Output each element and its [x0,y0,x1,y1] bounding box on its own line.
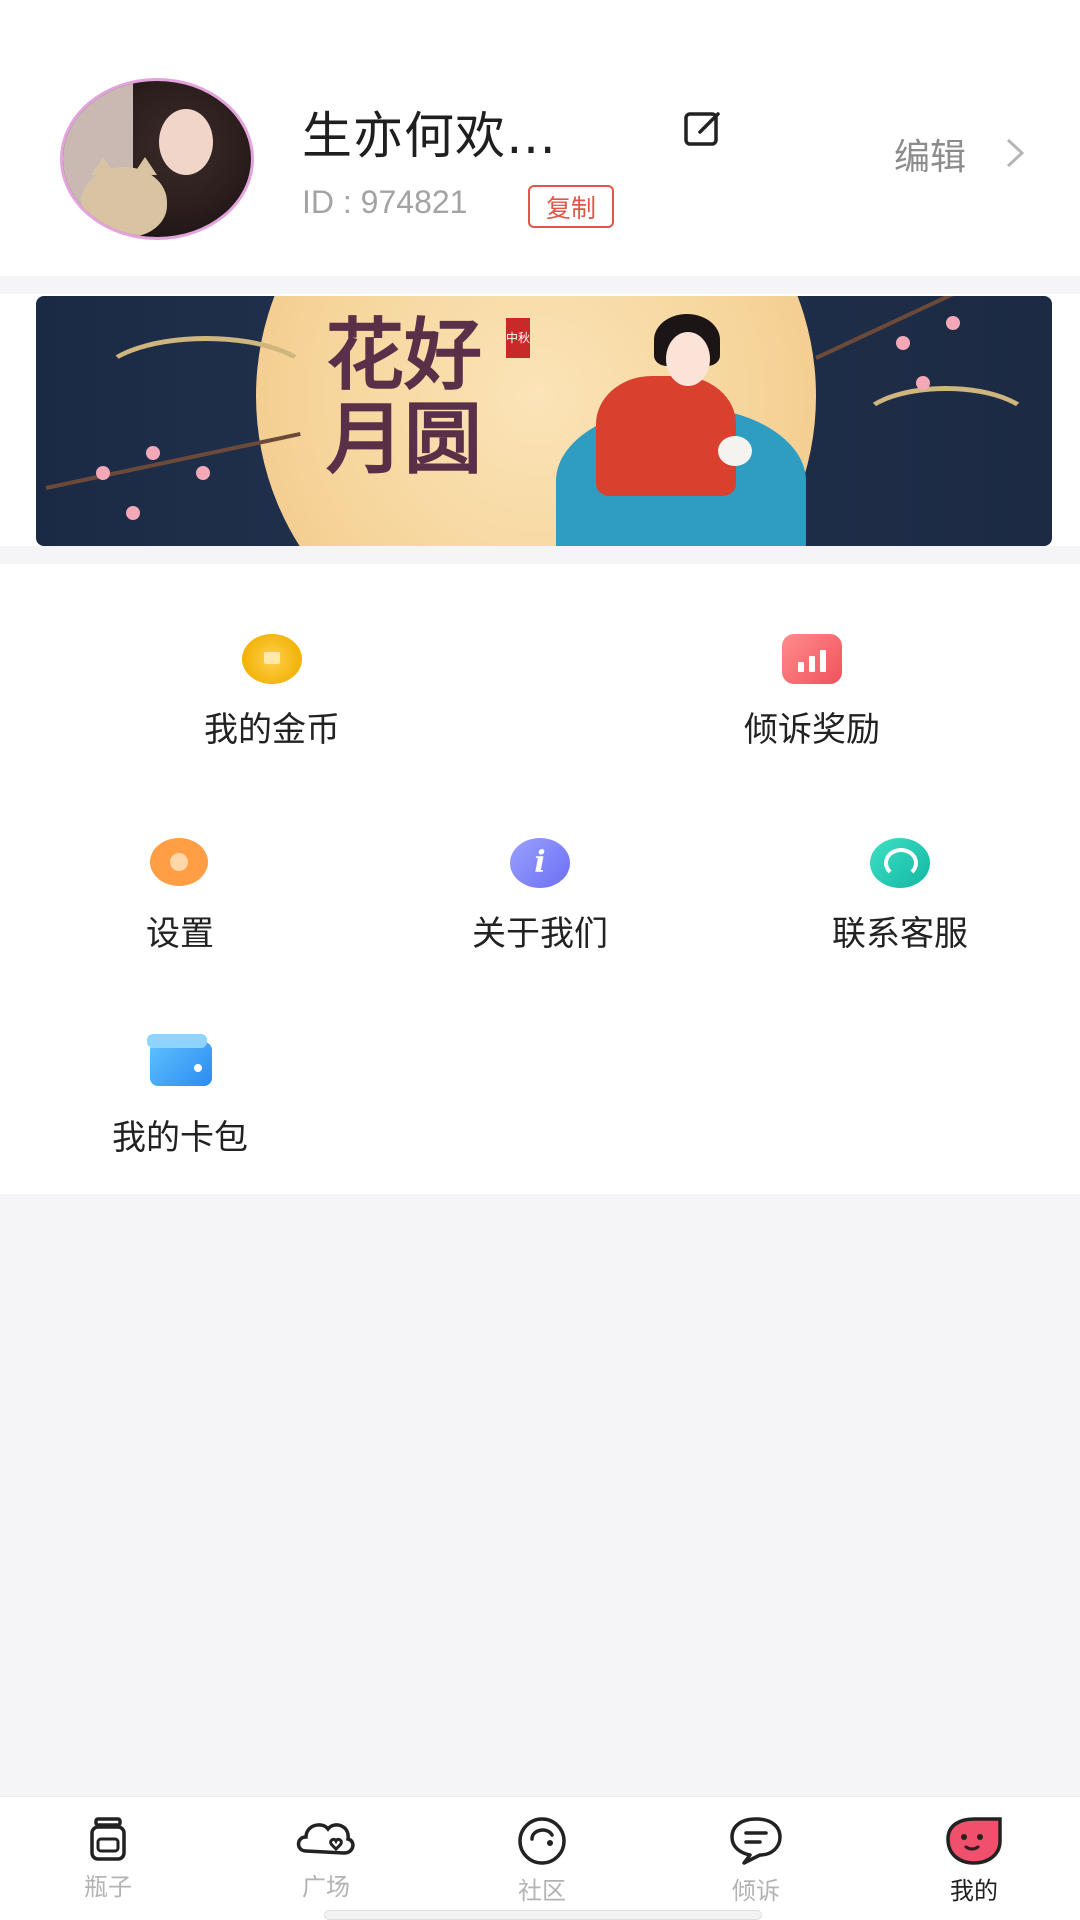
banner-title: 花好 月圆 [326,314,482,482]
menu-item-settings[interactable]: 设置 [30,838,330,955]
edit-profile-link[interactable]: 编辑 [894,128,966,180]
menu-item-label: 我的金币 [204,710,340,750]
blossom [946,316,960,330]
menu-item-label: 我的卡包 [112,1118,248,1158]
nickname: 生亦何欢… [302,107,557,165]
banner-title-line2: 月圆 [326,394,483,485]
tab-label: 广场 [302,1873,350,1901]
tab-label: 社区 [518,1877,566,1905]
menu-item-label: 关于我们 [472,914,608,954]
rabbit-illustration [718,436,752,466]
tab-community[interactable]: 社区 [472,1815,612,1906]
home-indicator[interactable] [324,1910,762,1920]
blossom [96,466,110,480]
avatar[interactable] [60,78,254,240]
lady-robe [596,376,736,496]
lady-face [666,332,710,386]
blossom [126,506,140,520]
gear-icon [150,838,208,886]
info-icon: i [510,838,570,888]
mine-face-icon [946,1817,1002,1865]
cloud-decoration [96,336,316,426]
chevron-right-icon[interactable] [1000,136,1030,170]
profile-header: 生亦何欢… ID : 974821 复制 编辑 [0,0,1080,276]
bottle-icon [90,1817,126,1861]
blossom [916,376,930,390]
tab-label: 我的 [950,1877,998,1905]
banner-title-line1: 花好 [326,310,483,401]
bottom-tab-bar: 瓶子 广场 社区 倾诉 我的 [0,1796,1080,1920]
cloud-heart-icon [296,1823,355,1855]
user-id: ID : 974821 [302,184,468,220]
chat-bubble-icon [730,1817,782,1865]
menu-item-rewards[interactable]: 倾诉奖励 [662,634,962,751]
community-icon [518,1817,566,1865]
edit-nickname-icon[interactable] [682,108,726,148]
headset-icon [870,838,930,888]
menu-item-about[interactable]: i 关于我们 [390,838,690,955]
menu-item-label: 联系客服 [832,914,968,954]
menu-item-label: 设置 [146,914,214,954]
banner-seal: 中秋 [506,318,530,358]
cloud-decoration [856,386,1036,466]
menu-item-card-wallet[interactable]: 我的卡包 [30,1034,330,1159]
menu-grid: 我的金币 倾诉奖励 设置 i 关于我们 联系客服 我的卡包 [0,564,1080,1194]
blossom [146,446,160,460]
blossom-branch [815,296,1026,360]
blossom [896,336,910,350]
menu-item-coins[interactable]: 我的金币 [122,634,422,751]
menu-item-label: 倾诉奖励 [744,710,880,750]
mid-autumn-banner[interactable]: 花好 月圆 中秋 [36,296,1052,546]
tab-label: 瓶子 [84,1873,132,1901]
tab-mine[interactable]: 我的 [904,1815,1044,1906]
menu-item-customer-service[interactable]: 联系客服 [750,838,1050,955]
tab-confide[interactable]: 倾诉 [686,1815,826,1906]
coin-icon [242,634,302,684]
card-wallet-icon [147,1034,212,1086]
blossom [196,466,210,480]
tab-bottle[interactable]: 瓶子 [38,1815,178,1902]
blossom-branch [45,431,301,490]
avatar-cat [81,157,167,237]
tab-label: 倾诉 [732,1877,780,1905]
copy-id-button[interactable]: 复制 [528,185,614,228]
chart-icon [782,634,842,684]
avatar-face [159,109,213,175]
tab-square[interactable]: 广场 [256,1815,396,1902]
